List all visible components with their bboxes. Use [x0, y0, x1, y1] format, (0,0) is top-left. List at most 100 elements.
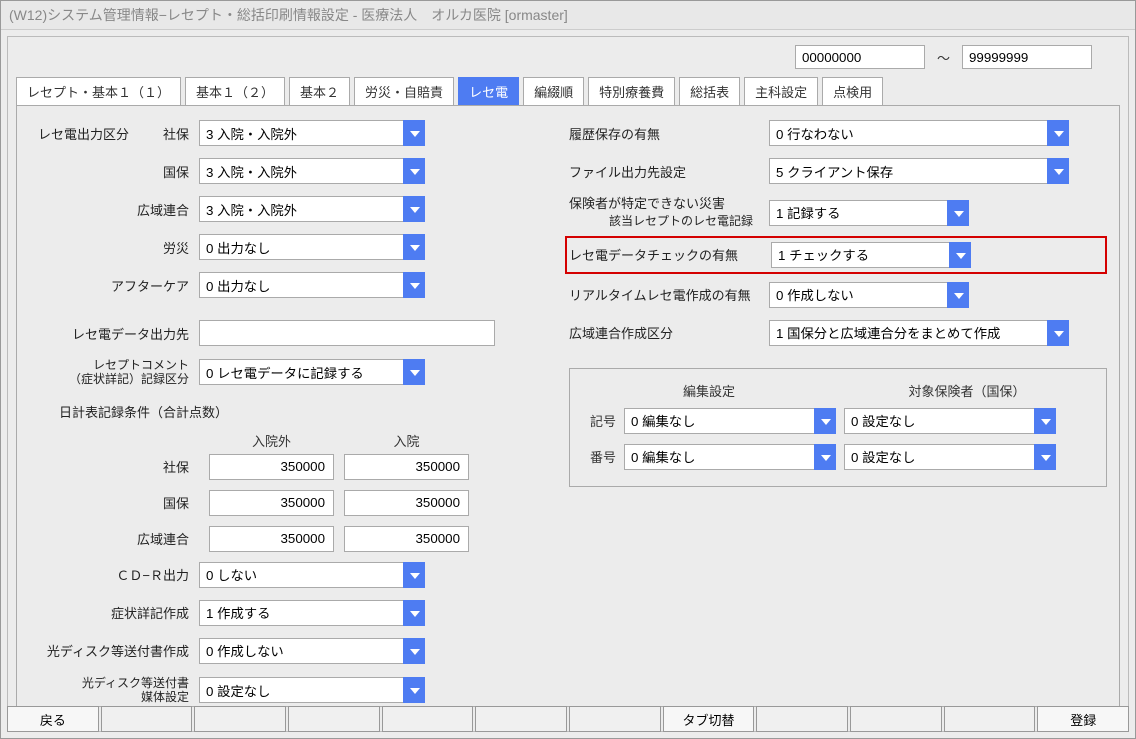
- shoujou-input[interactable]: [199, 600, 403, 626]
- dropdown-icon[interactable]: [403, 234, 425, 260]
- receipt-comment-select[interactable]: [199, 359, 425, 385]
- dropdown-icon[interactable]: [814, 408, 836, 434]
- dropdown-icon[interactable]: [1047, 158, 1069, 184]
- dropdown-icon[interactable]: [814, 444, 836, 470]
- kokuho-in-input[interactable]: [344, 490, 469, 516]
- data-output-dest-input[interactable]: [199, 320, 495, 346]
- shaho-select[interactable]: [199, 120, 425, 146]
- kokuho-select-input[interactable]: [199, 158, 403, 184]
- aftercare-select[interactable]: [199, 272, 425, 298]
- tab-hentetsu[interactable]: 編綴順: [523, 77, 584, 105]
- empty-button-5[interactable]: [475, 706, 567, 732]
- dropdown-icon[interactable]: [403, 120, 425, 146]
- dropdown-icon[interactable]: [1034, 444, 1056, 470]
- dropdown-icon[interactable]: [949, 242, 971, 268]
- tab-rosai-jibai[interactable]: 労災・自賠責: [354, 77, 454, 105]
- kigou-target-select[interactable]: [844, 408, 1056, 434]
- sub-panel-headers: 編集設定 対象保険者（国保）: [580, 381, 1096, 400]
- aftercare-select-input[interactable]: [199, 272, 403, 298]
- history-select[interactable]: [769, 120, 1069, 146]
- dropdown-icon[interactable]: [947, 282, 969, 308]
- kokuho-select[interactable]: [199, 158, 425, 184]
- cdr-select[interactable]: [199, 562, 425, 588]
- tab-receipt-basic1-1[interactable]: レセプト・基本１（１）: [16, 77, 181, 105]
- empty-button-4[interactable]: [382, 706, 474, 732]
- optical-media-label: 光ディスク等送付書 媒体設定: [29, 676, 199, 705]
- shaho-out-input[interactable]: [209, 454, 334, 480]
- tab-switch-button[interactable]: タブ切替: [663, 706, 755, 732]
- range-to-input[interactable]: [962, 45, 1092, 69]
- range-row: 〜: [8, 43, 1128, 77]
- history-input[interactable]: [769, 120, 1047, 146]
- hokensha-input[interactable]: [769, 200, 947, 226]
- cdr-label: ＣＤ−Ｒ出力: [29, 565, 199, 584]
- empty-button-9[interactable]: [944, 706, 1036, 732]
- history-label: 履歴保存の有無: [569, 124, 769, 143]
- bango-target-input[interactable]: [844, 444, 1034, 470]
- tab-tenken[interactable]: 点検用: [822, 77, 883, 105]
- dropdown-icon[interactable]: [403, 158, 425, 184]
- empty-button-8[interactable]: [850, 706, 942, 732]
- hokensha-select[interactable]: [769, 200, 969, 226]
- tab-sokatsu[interactable]: 総括表: [679, 77, 740, 105]
- dropdown-icon[interactable]: [1047, 120, 1069, 146]
- rosai-select[interactable]: [199, 234, 425, 260]
- empty-button-7[interactable]: [756, 706, 848, 732]
- dropdown-icon[interactable]: [403, 638, 425, 664]
- tab-basic1-2[interactable]: 基本１（２）: [185, 77, 285, 105]
- file-dest-label: ファイル出力先設定: [569, 162, 769, 181]
- koiki-create-select[interactable]: [769, 320, 1069, 346]
- kigou-label: 記号: [580, 411, 616, 430]
- tab-tokubetsu[interactable]: 特別療養費: [588, 77, 675, 105]
- dropdown-icon[interactable]: [403, 562, 425, 588]
- empty-button-6[interactable]: [569, 706, 661, 732]
- range-from-input[interactable]: [795, 45, 925, 69]
- file-dest-input[interactable]: [769, 158, 1047, 184]
- register-button[interactable]: 登録: [1037, 706, 1129, 732]
- empty-button-2[interactable]: [194, 706, 286, 732]
- cdr-input[interactable]: [199, 562, 403, 588]
- dropdown-icon[interactable]: [403, 359, 425, 385]
- bango-edit-input[interactable]: [624, 444, 814, 470]
- range-tilde: 〜: [937, 48, 950, 67]
- datacheck-select[interactable]: [771, 242, 971, 268]
- kigou-edit-select[interactable]: [624, 408, 836, 434]
- bango-target-select[interactable]: [844, 444, 1056, 470]
- dropdown-icon[interactable]: [403, 600, 425, 626]
- datacheck-input[interactable]: [771, 242, 949, 268]
- optical-doc-input[interactable]: [199, 638, 403, 664]
- bango-edit-select[interactable]: [624, 444, 836, 470]
- shoujou-select[interactable]: [199, 600, 425, 626]
- realtime-input[interactable]: [769, 282, 947, 308]
- tab-shuka[interactable]: 主科設定: [744, 77, 818, 105]
- optical-media-input[interactable]: [199, 677, 403, 703]
- koiki-select-input[interactable]: [199, 196, 403, 222]
- koiki-create-input[interactable]: [769, 320, 1047, 346]
- koiki-select[interactable]: [199, 196, 425, 222]
- realtime-select[interactable]: [769, 282, 969, 308]
- kigou-target-input[interactable]: [844, 408, 1034, 434]
- kokuho-out-input[interactable]: [209, 490, 334, 516]
- dropdown-icon[interactable]: [403, 272, 425, 298]
- empty-button-1[interactable]: [101, 706, 193, 732]
- koiki-out-input[interactable]: [209, 526, 334, 552]
- dropdown-icon[interactable]: [947, 200, 969, 226]
- optical-doc-select[interactable]: [199, 638, 425, 664]
- empty-button-3[interactable]: [288, 706, 380, 732]
- rosai-label: 労災: [29, 238, 199, 257]
- shaho-select-input[interactable]: [199, 120, 403, 146]
- rosai-select-input[interactable]: [199, 234, 403, 260]
- optical-media-select[interactable]: [199, 677, 425, 703]
- tab-reseden[interactable]: レセ電: [458, 77, 519, 105]
- dropdown-icon[interactable]: [403, 196, 425, 222]
- kigou-edit-input[interactable]: [624, 408, 814, 434]
- tab-basic2[interactable]: 基本２: [289, 77, 350, 105]
- dropdown-icon[interactable]: [1034, 408, 1056, 434]
- dropdown-icon[interactable]: [403, 677, 425, 703]
- back-button[interactable]: 戻る: [7, 706, 99, 732]
- koiki-in-input[interactable]: [344, 526, 469, 552]
- receipt-comment-input[interactable]: [199, 359, 403, 385]
- dropdown-icon[interactable]: [1047, 320, 1069, 346]
- file-dest-select[interactable]: [769, 158, 1069, 184]
- shaho-in-input[interactable]: [344, 454, 469, 480]
